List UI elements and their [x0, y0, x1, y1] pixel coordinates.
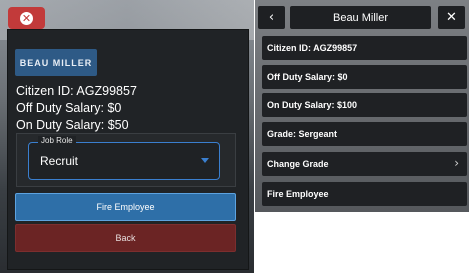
- back-button[interactable]: Back: [15, 224, 236, 252]
- menu-back-button[interactable]: ‹: [258, 6, 285, 29]
- menu-row-off-duty-salary[interactable]: Off Duty Salary: $0: [262, 65, 467, 89]
- menu-row-grade[interactable]: Grade: Sergeant: [262, 122, 467, 146]
- menu-row-label: On Duty Salary: $100: [267, 100, 358, 110]
- job-role-value: Recruit: [40, 154, 79, 168]
- on-duty-salary-text: On Duty Salary: $50: [16, 118, 129, 132]
- close-button[interactable]: ✕: [8, 7, 45, 29]
- menu-row-label: Fire Employee: [267, 189, 329, 199]
- chevron-left-icon: ‹: [268, 10, 275, 25]
- job-role-select[interactable]: Job Role Recruit: [28, 136, 220, 180]
- menu-row-fire-employee[interactable]: Fire Employee: [262, 182, 467, 206]
- job-role-label: Job Role: [38, 136, 76, 145]
- menu-row-on-duty-salary[interactable]: On Duty Salary: $100: [262, 93, 467, 117]
- menu-row-citizen-id[interactable]: Citizen ID: AGZ99857: [262, 36, 467, 60]
- dropdown-arrow-icon: [201, 158, 209, 163]
- citizen-id-text: Citizen ID: AGZ99857: [16, 84, 137, 98]
- employee-name-badge: BEAU MILLER: [15, 49, 97, 76]
- menu-row-label: Change Grade: [267, 159, 329, 169]
- menu-row-label: Grade: Sergeant: [267, 129, 338, 139]
- menu-row-label: Off Duty Salary: $0: [267, 72, 348, 82]
- menu-row-label: Citizen ID: AGZ99857: [267, 43, 358, 53]
- off-duty-salary-text: Off Duty Salary: $0: [16, 101, 122, 115]
- fire-employee-button[interactable]: Fire Employee: [15, 193, 236, 221]
- close-icon: ✕: [20, 11, 33, 25]
- menu-close-button[interactable]: ✕: [438, 6, 465, 29]
- menu-row-change-grade[interactable]: Change Grade ›: [262, 152, 467, 176]
- close-icon: ✕: [446, 10, 457, 25]
- chevron-right-icon: ›: [454, 156, 459, 170]
- menu-title: Beau Miller: [290, 6, 431, 29]
